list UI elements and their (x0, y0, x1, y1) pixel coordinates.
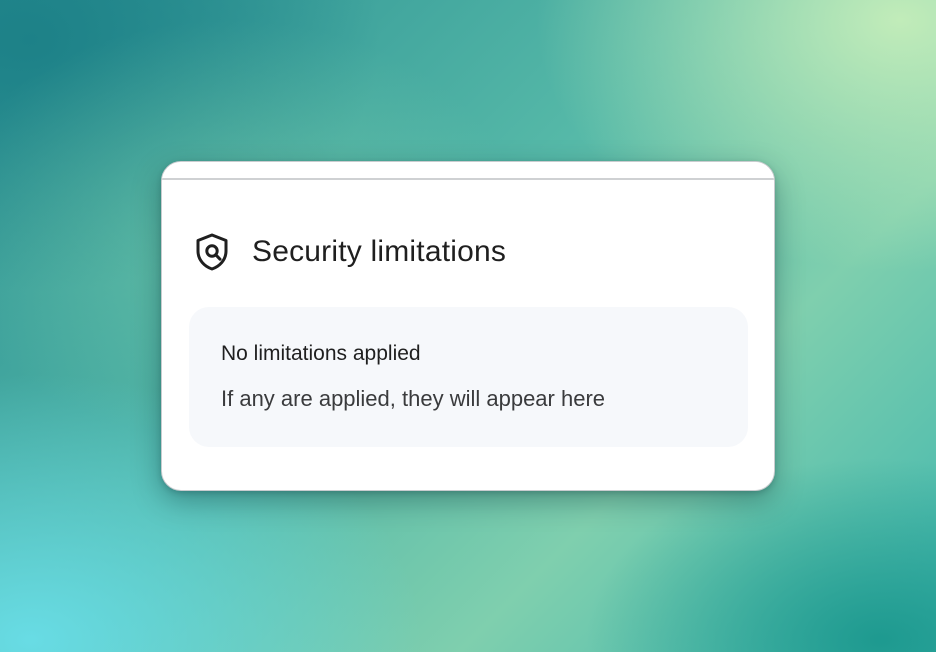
card-header: Security limitations (194, 232, 506, 272)
shield-search-icon (196, 233, 228, 271)
security-limitations-card: Security limitations No limitations appl… (161, 161, 775, 491)
status-heading: No limitations applied (221, 342, 421, 365)
status-description: If any are applied, they will appear her… (221, 386, 606, 411)
status-info-box: No limitations applied If any are applie… (189, 307, 748, 447)
card-top-edge (162, 162, 774, 180)
page-title: Security limitations (252, 235, 507, 268)
